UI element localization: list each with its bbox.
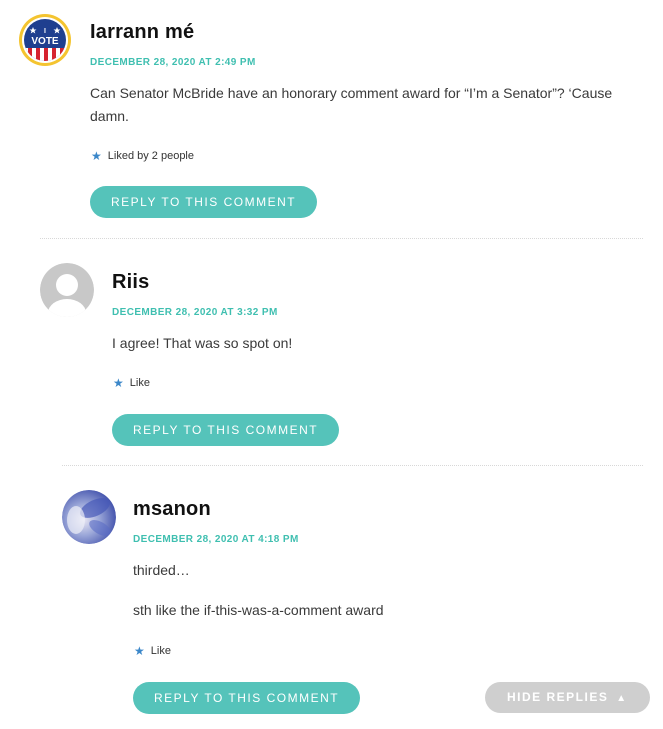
comment-divider: [62, 465, 643, 466]
triangle-up-icon: ▲: [616, 693, 628, 704]
star-icon: ★: [91, 148, 102, 163]
comment-text: sth like the if-this-was-a-comment award: [133, 602, 384, 618]
avatar: [40, 263, 94, 317]
like-label: Like: [150, 645, 171, 657]
flower-photo-icon: [62, 490, 116, 544]
comment-author[interactable]: msanon: [133, 498, 211, 521]
hide-replies-label: HIDE REPLIES: [507, 690, 609, 704]
hide-replies-button[interactable]: HIDE REPLIES ▲: [485, 682, 650, 713]
comment-date[interactable]: DECEMBER 28, 2020 AT 4:18 PM: [133, 534, 299, 545]
like-label: Liked by 2 people: [107, 150, 194, 162]
svg-text:VOTE: VOTE: [31, 36, 59, 47]
avatar: I VOTE: [18, 13, 72, 67]
star-icon: ★: [113, 375, 124, 390]
default-user-icon: [40, 263, 94, 317]
comment-text: Can Senator McBride have an honorary com…: [90, 85, 613, 124]
reply-button[interactable]: REPLY TO THIS COMMENT: [112, 414, 340, 446]
comment-divider: [40, 238, 643, 239]
comment-text: I agree! That was so spot on!: [112, 335, 293, 351]
comment-date[interactable]: DECEMBER 28, 2020 AT 2:49 PM: [90, 57, 256, 68]
like-button[interactable]: ★ Like: [113, 375, 150, 390]
reply-button[interactable]: REPLY TO THIS COMMENT: [133, 682, 361, 714]
reply-button[interactable]: REPLY TO THIS COMMENT: [90, 186, 318, 218]
avatar: [62, 490, 116, 544]
vote-badge-icon: I VOTE: [19, 14, 71, 66]
like-label: Like: [129, 377, 150, 389]
comment-author[interactable]: Iarrann mé: [90, 21, 194, 44]
like-status[interactable]: ★ Liked by 2 people: [91, 148, 194, 163]
comment-author[interactable]: Riis: [112, 271, 149, 294]
comment-text: thirded…: [133, 562, 190, 578]
like-button[interactable]: ★ Like: [134, 643, 171, 658]
comment-date[interactable]: DECEMBER 28, 2020 AT 3:32 PM: [112, 307, 278, 318]
svg-text:I: I: [44, 28, 46, 35]
star-icon: ★: [134, 643, 145, 658]
